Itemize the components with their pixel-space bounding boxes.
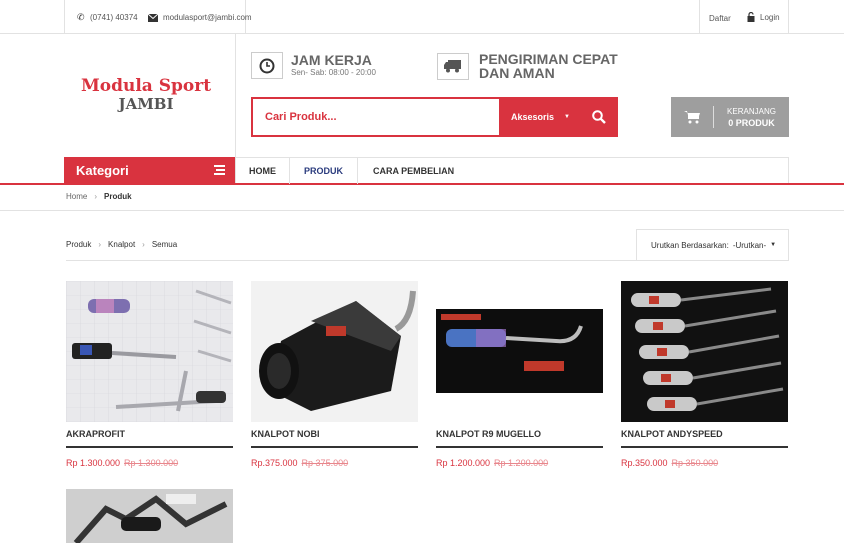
current-price: Rp.350.000 bbox=[621, 458, 668, 468]
cart-count: 0 PRODUK bbox=[728, 117, 775, 128]
product-price: Rp 1.200.000 Rp 1.200.000 bbox=[436, 458, 548, 468]
breadcrumb: Home › Produk bbox=[66, 192, 132, 201]
breadcrumb-current: Produk bbox=[104, 192, 132, 201]
search-button[interactable] bbox=[581, 99, 616, 135]
chevron-right-icon: › bbox=[98, 240, 102, 249]
product-price: Rp.375.000 Rp 375.000 bbox=[251, 458, 348, 468]
old-price: Rp 1.300.000 bbox=[124, 458, 179, 468]
category-select-value: Aksesoris bbox=[511, 112, 555, 122]
login-link[interactable]: Login bbox=[747, 12, 780, 22]
product-price: Rp.350.000 Rp 350.000 bbox=[621, 458, 718, 468]
menu-list-icon bbox=[214, 165, 225, 175]
envelope-icon bbox=[148, 13, 158, 22]
search-icon bbox=[591, 110, 606, 124]
login-label: Login bbox=[760, 12, 780, 22]
product-image[interactable] bbox=[251, 281, 418, 422]
working-hours: JAM KERJA Sen- Sab: 08:00 - 20:00 bbox=[251, 52, 376, 79]
truck-icon bbox=[437, 52, 469, 80]
shipping-info: PENGIRIMAN CEPAT DAN AMAN bbox=[437, 52, 618, 80]
main-nav: HOME PRODUK CARA PEMBELIAN bbox=[235, 157, 789, 184]
product-name[interactable]: KNALPOT R9 MUGELLO bbox=[436, 429, 541, 439]
chevron-right-icon: › bbox=[94, 192, 98, 201]
product-image[interactable] bbox=[621, 281, 788, 422]
search-input[interactable]: Cari Produk... bbox=[253, 99, 499, 135]
breadcrumb-home[interactable]: Home bbox=[66, 192, 87, 201]
product-name[interactable]: KNALPOT ANDYSPEED bbox=[621, 429, 723, 439]
category-menu-label: Kategori bbox=[76, 162, 129, 178]
phone-icon: ✆ bbox=[77, 12, 85, 22]
nav-cara-pembelian[interactable]: CARA PEMBELIAN bbox=[358, 158, 469, 184]
lock-icon bbox=[747, 12, 755, 22]
old-price: Rp 350.000 bbox=[671, 458, 719, 468]
phone-number: (0741) 40374 bbox=[90, 13, 138, 22]
sort-value: -Urutkan- bbox=[732, 240, 767, 250]
product-image[interactable] bbox=[66, 281, 233, 422]
product-name[interactable]: KNALPOT NOBI bbox=[251, 429, 320, 439]
category-breadcrumb: Produk › Knalpot › Semua bbox=[66, 240, 177, 249]
old-price: Rp 375.000 bbox=[301, 458, 349, 468]
phone-link[interactable]: ✆ (0741) 40374 bbox=[77, 12, 138, 23]
cart-label: KERANJANG bbox=[727, 106, 776, 116]
crumb-knalpot[interactable]: Knalpot bbox=[108, 240, 135, 249]
cart-button[interactable]: KERANJANG 0 PRODUK bbox=[671, 97, 789, 137]
hours-title: JAM KERJA bbox=[291, 52, 372, 68]
product-image[interactable] bbox=[66, 489, 233, 543]
product-price: Rp 1.300.000 Rp 1.300.000 bbox=[66, 458, 178, 468]
email-link[interactable]: modulasport@jambi.com bbox=[148, 13, 252, 22]
chevron-right-icon: › bbox=[142, 240, 145, 249]
hours-subtitle: Sen- Sab: 08:00 - 20:00 bbox=[291, 68, 376, 77]
crumb-produk[interactable]: Produk bbox=[66, 240, 91, 249]
search-bar: Cari Produk... Aksesoris ▼ bbox=[251, 97, 618, 137]
sort-label: Urutkan Berdasarkan: bbox=[651, 240, 729, 250]
search-placeholder: Cari Produk... bbox=[265, 111, 337, 123]
current-price: Rp 1.200.000 bbox=[436, 458, 491, 468]
category-select[interactable]: Aksesoris ▼ bbox=[499, 99, 581, 135]
old-price: Rp 1.200.000 bbox=[494, 458, 549, 468]
sort-dropdown[interactable]: Urutkan Berdasarkan: -Urutkan- ▼ bbox=[636, 229, 789, 260]
shipping-line1: PENGIRIMAN CEPAT bbox=[479, 51, 618, 67]
logo-subtitle: JAMBI bbox=[118, 95, 174, 113]
shipping-line2: DAN AMAN bbox=[479, 65, 555, 81]
nav-produk[interactable]: PRODUK bbox=[290, 157, 359, 184]
product-image[interactable] bbox=[436, 281, 603, 422]
email-address: modulasport@jambi.com bbox=[163, 13, 252, 22]
caret-down-icon: ▼ bbox=[564, 114, 570, 120]
category-menu-button[interactable]: Kategori bbox=[64, 157, 235, 183]
nav-home[interactable]: HOME bbox=[236, 157, 290, 184]
site-logo[interactable]: Modula Sport JAMBI bbox=[66, 76, 226, 113]
current-price: Rp 1.300.000 bbox=[66, 458, 121, 468]
register-link[interactable]: Daftar bbox=[709, 14, 731, 23]
caret-down-icon: ▼ bbox=[770, 242, 777, 248]
current-price: Rp.375.000 bbox=[251, 458, 298, 468]
crumb-semua: Semua bbox=[151, 240, 178, 249]
clock-icon bbox=[251, 52, 283, 79]
product-name[interactable]: AKRAPROFIT bbox=[66, 429, 125, 439]
logo-title: Modula Sport bbox=[80, 76, 212, 96]
cart-icon bbox=[671, 110, 713, 124]
